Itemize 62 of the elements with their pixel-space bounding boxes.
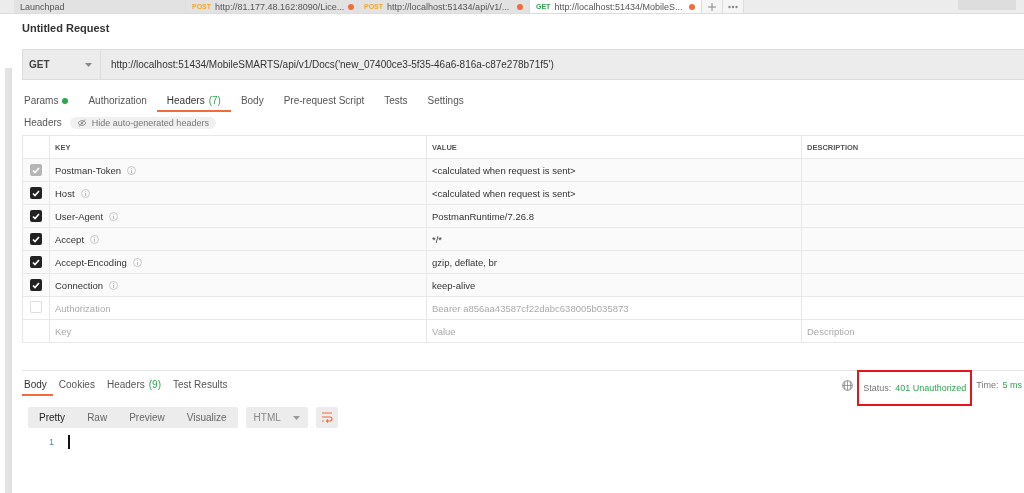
status-value: 401 Unauthorized (895, 383, 967, 393)
header-key: Accept-Encoding (55, 256, 127, 268)
header-value: PostmanRuntime/7.26.8 (426, 204, 802, 228)
request-section-tab[interactable]: Authorization (78, 91, 157, 112)
header-key: Postman-Token (55, 164, 121, 176)
wrap-lines-button[interactable] (315, 407, 338, 428)
line-number: 1 (49, 437, 54, 447)
header-key: User-Agent (55, 210, 104, 222)
request-title: Untitled Request (22, 22, 110, 34)
header-value: keep-alive (426, 273, 802, 297)
globe-icon (842, 379, 854, 391)
eye-slash-icon (76, 118, 87, 127)
time-value: 5 ms (1002, 380, 1022, 390)
header-key: Authorization (55, 302, 111, 314)
time-label: Time: (976, 380, 999, 390)
checkbox[interactable] (30, 233, 42, 245)
request-section-tab[interactable]: Pre-request Script (273, 91, 375, 112)
header-key: Accept (55, 233, 85, 245)
status-label: Status: (863, 383, 892, 393)
checkbox[interactable] (30, 187, 42, 199)
caret-icon (85, 62, 92, 67)
wrap-icon (320, 412, 333, 423)
view-mode-button[interactable]: Preview (118, 407, 176, 428)
request-section-tab[interactable]: Params (22, 91, 79, 112)
more-tabs-button[interactable] (723, 0, 744, 13)
header-value: <calculated when request is sent> (426, 181, 802, 205)
hide-headers-button[interactable]: Hide auto-generated headers (69, 116, 216, 129)
response-tab[interactable]: Headers (9) (100, 374, 167, 396)
caret-icon (292, 415, 300, 420)
tab-label: http://localhost:51434/api/v1/... (387, 1, 510, 12)
checkbox[interactable] (30, 279, 42, 291)
request-section-tab[interactable]: Headers (7) (156, 91, 231, 112)
new-tab-button[interactable] (702, 0, 723, 13)
checkbox[interactable] (30, 256, 42, 268)
view-mode-button[interactable]: Raw (76, 407, 119, 428)
checkbox[interactable] (30, 210, 42, 222)
header-value: gzip, deflate, br (426, 250, 802, 274)
text-cursor (68, 435, 70, 449)
headers-label: Headers (24, 117, 62, 128)
plus-icon (708, 2, 716, 11)
response-tab[interactable]: Cookies (52, 374, 101, 396)
tab-label: http://81.177.48.162:8090/Lice... (215, 1, 345, 12)
more-icon (728, 4, 738, 9)
view-mode-button[interactable]: Pretty (28, 407, 77, 428)
header-value: Bearer a856aa43587cf22dabc638005b035873 (426, 296, 802, 320)
response-tab[interactable]: Body (22, 374, 53, 396)
method-dropdown[interactable]: GET (23, 50, 101, 79)
request-section-tab[interactable]: Body (230, 91, 274, 112)
header-key: Connection (55, 279, 104, 291)
request-tab[interactable]: Launchpad (14, 0, 186, 13)
request-section-tab[interactable]: Tests (374, 91, 418, 112)
checkbox[interactable] (30, 301, 42, 313)
header-value: <calculated when request is sent> (426, 158, 802, 182)
view-mode-button[interactable]: Visualize (175, 407, 238, 428)
response-tab[interactable]: Test Results (167, 374, 234, 396)
tab-label: Launchpad (20, 1, 65, 12)
request-section-tab[interactable]: Settings (417, 91, 474, 112)
url-input[interactable]: http://localhost:51434/MobileSMARTS/api/v1/Docs('new_07400ce3-5f35-46a6-816a-c87e278b71f5') (101, 59, 554, 70)
header-value: */* (426, 227, 802, 251)
tab-label: http://localhost:51434/MobileS... (554, 1, 683, 12)
scrollbar[interactable] (5, 68, 12, 493)
header-key: Host (55, 187, 75, 199)
